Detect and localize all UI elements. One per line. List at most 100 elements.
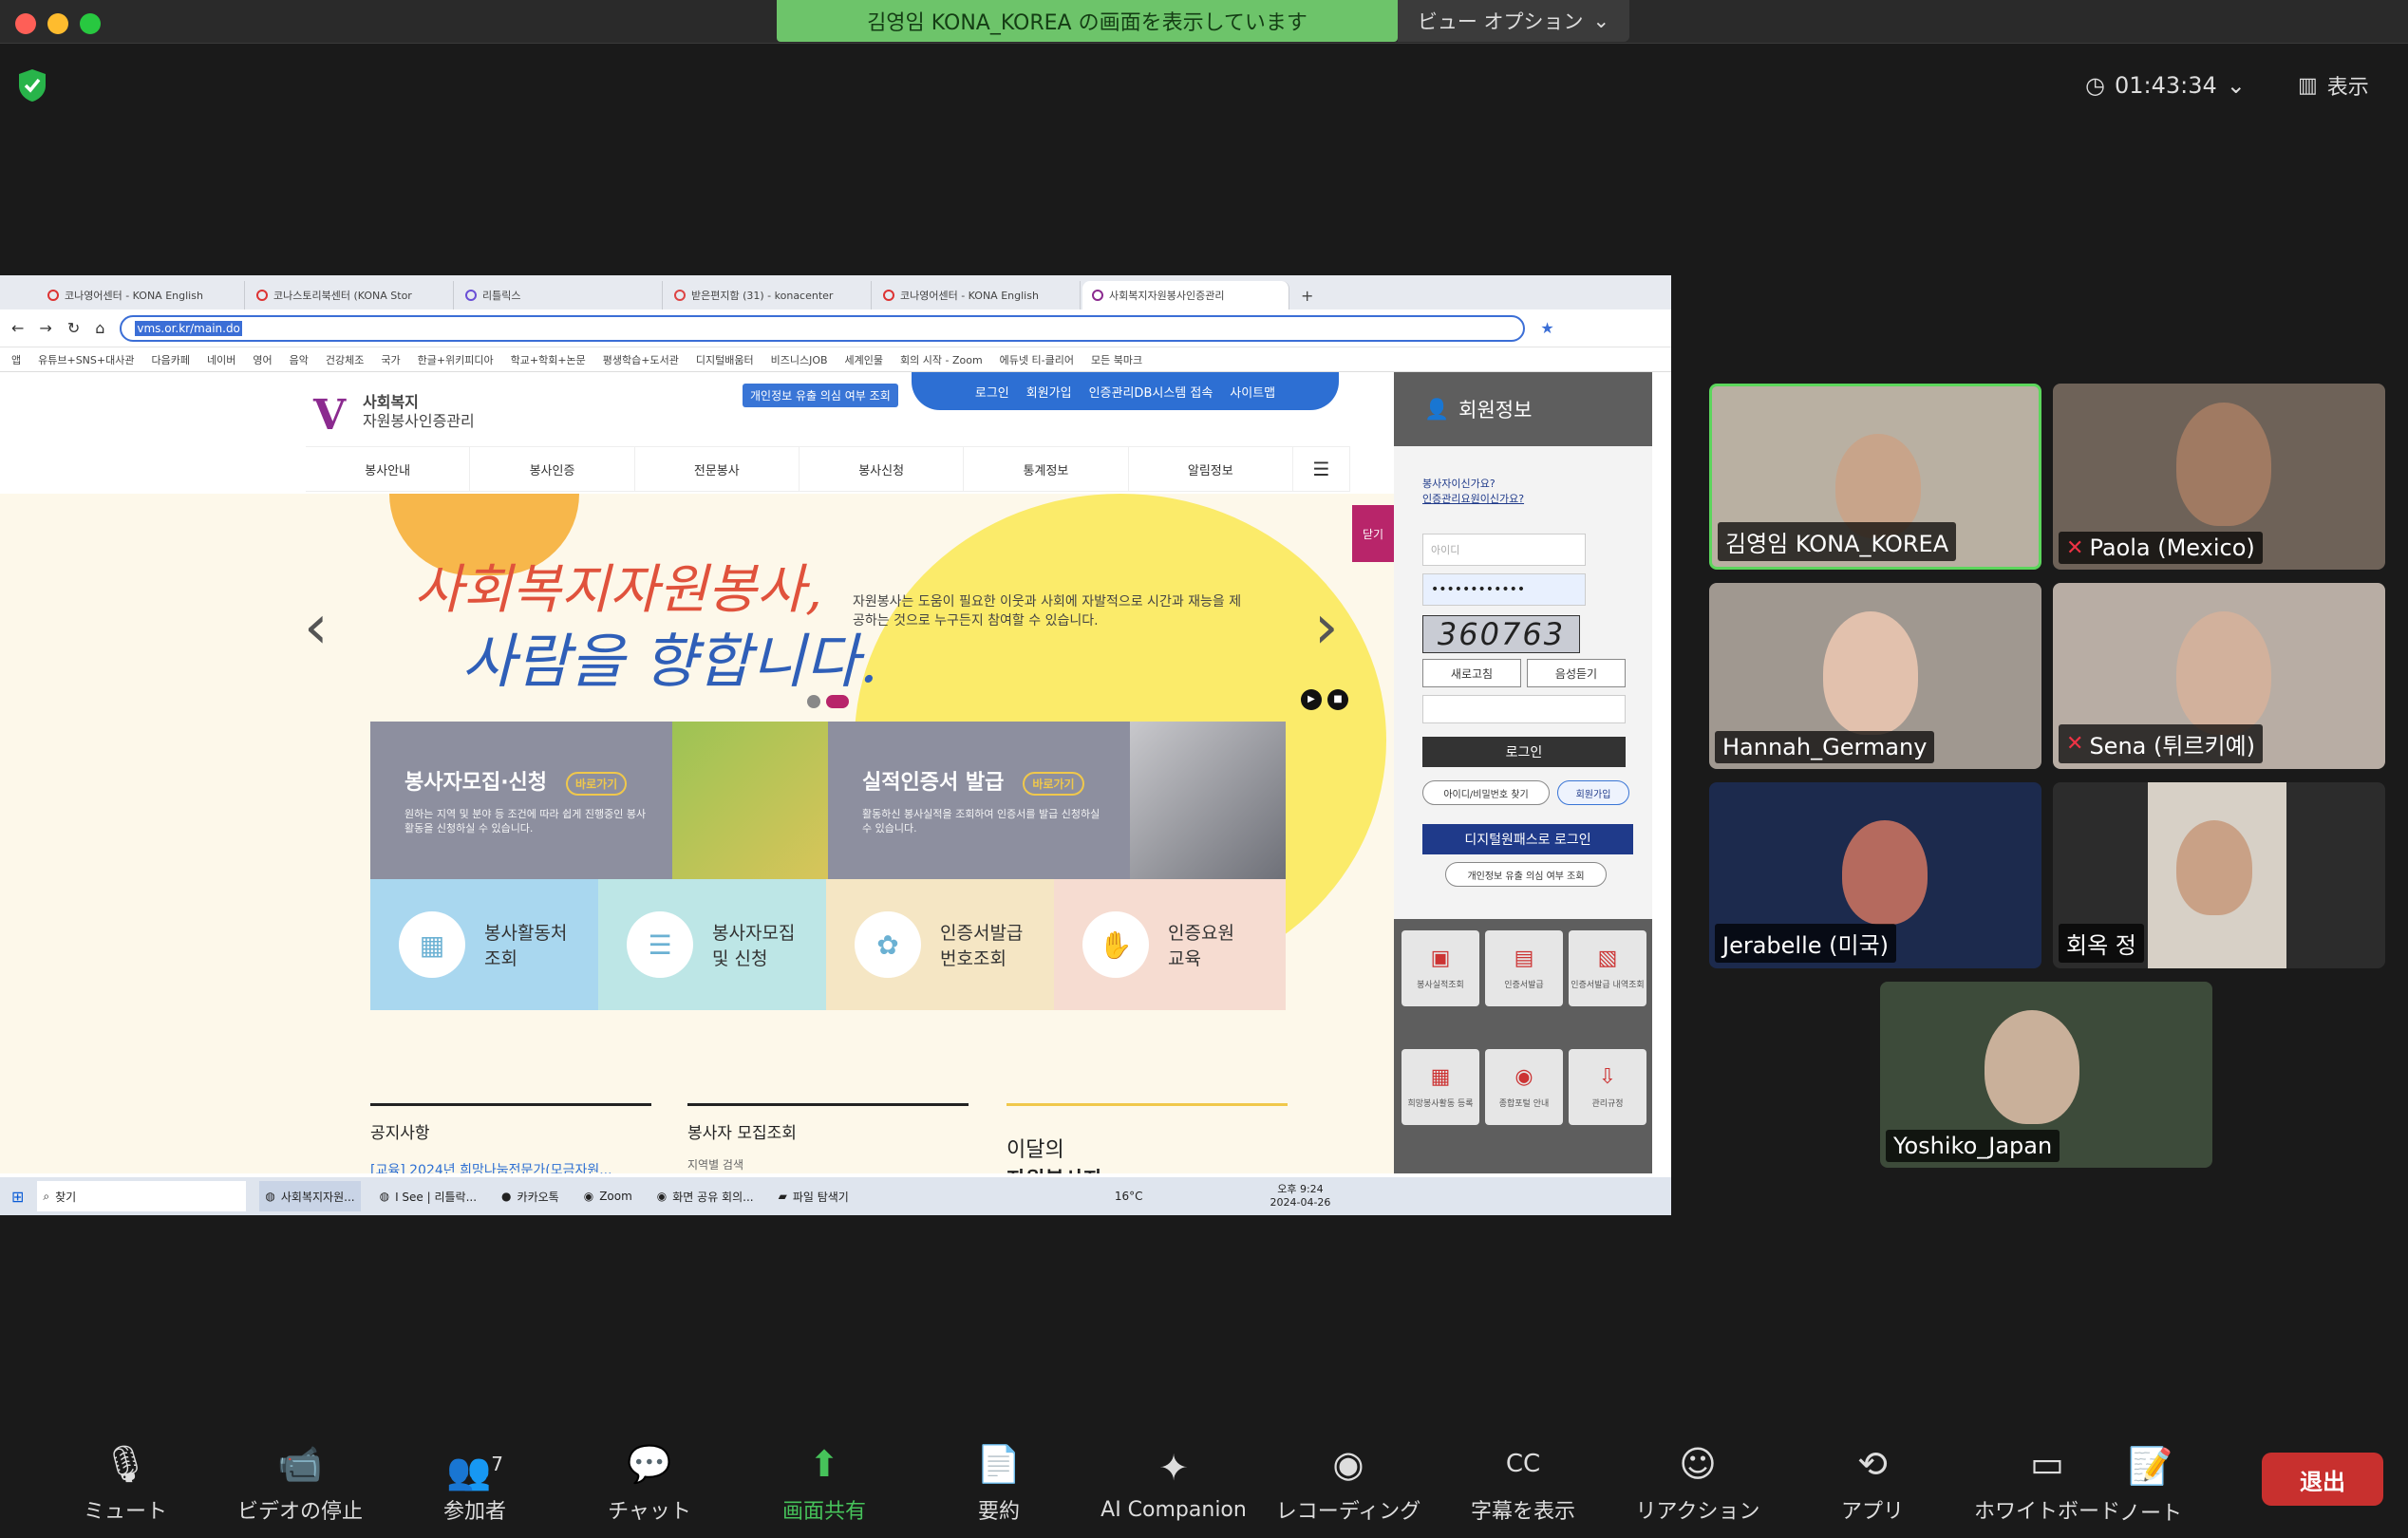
bookmark[interactable]: 디지털배움터 — [696, 352, 754, 367]
quick-menu-item[interactable]: ◉ 종합포털 안내 — [1485, 1049, 1563, 1125]
go-button[interactable]: 바로가기 — [566, 771, 628, 796]
bookmark[interactable]: 회의 시작 - Zoom — [900, 352, 983, 367]
minimize-window-button[interactable] — [47, 13, 68, 34]
id-input[interactable]: 아이디 — [1422, 534, 1586, 566]
captcha-input[interactable] — [1422, 695, 1626, 723]
bookmark[interactable]: 학교+학회+논문 — [511, 352, 586, 367]
mute-button[interactable]: 🎙 ミュート — [38, 1445, 213, 1525]
slide-dot[interactable] — [807, 695, 820, 708]
login-link[interactable]: 로그인 — [975, 383, 1009, 401]
quick-link[interactable]: ✿ 인증서발급 번호조회 — [826, 879, 1054, 1010]
quick-menu-item[interactable]: ▤ 인증서발급 — [1485, 930, 1563, 1006]
quick-link[interactable]: ✋ 인증요원 교육 — [1054, 879, 1286, 1010]
refresh-captcha-button[interactable]: 새로고침 — [1422, 659, 1521, 687]
quick-link[interactable]: ☰ 봉사자모집 및 신청 — [598, 879, 826, 1010]
bookmark[interactable]: 음악 — [290, 352, 309, 367]
audio-captcha-button[interactable]: 음성듣기 — [1527, 659, 1626, 687]
browser-tab[interactable]: 받은편지함 (31) - konacenter — [665, 281, 872, 309]
recruit-card[interactable]: 봉사자모집·신청 바로가기 원하는 지역 및 분야 등 조건에 따라 쉽게 진행중… — [370, 722, 672, 879]
login-button[interactable]: 로그인 — [1422, 737, 1626, 767]
taskbar-search[interactable]: ⌕ 찾기 — [37, 1181, 247, 1211]
bookmark[interactable]: 모든 북마크 — [1091, 352, 1142, 367]
password-input[interactable]: •••••••••••• — [1422, 573, 1586, 606]
apps-button[interactable]: ⟲ アプリ — [1785, 1445, 1960, 1525]
menu-item[interactable]: 전문봉사 — [635, 447, 800, 491]
back-icon[interactable]: ← — [11, 319, 24, 337]
new-tab-button[interactable]: + — [1291, 281, 1320, 309]
home-icon[interactable]: ⌂ — [95, 319, 104, 337]
weather-text[interactable]: 16°C — [1115, 1190, 1143, 1203]
go-button[interactable]: 바로가기 — [1023, 771, 1084, 796]
menu-item[interactable]: 봉사인증 — [470, 447, 635, 491]
windows-start-icon[interactable]: ⊞ — [11, 1188, 24, 1206]
taskbar-app[interactable]: ◍ 사회복지자원... — [259, 1181, 361, 1211]
bookmark[interactable]: 비즈니스JOB — [771, 352, 828, 367]
bookmark[interactable]: 한글+위키피디아 — [418, 352, 494, 367]
digital-onepass-button[interactable]: 디지털원패스로 로그인 — [1422, 824, 1633, 854]
bookmark[interactable]: 네이버 — [207, 352, 235, 367]
quick-link[interactable]: ▦ 봉사활동처 조회 — [370, 879, 598, 1010]
reload-icon[interactable]: ↻ — [67, 319, 80, 337]
close-banner-button[interactable]: 닫기 — [1352, 505, 1394, 562]
prev-slide-icon[interactable]: ‹ — [304, 592, 329, 663]
quick-menu-item[interactable]: ▣ 봉사실적조회 — [1402, 930, 1479, 1006]
slide-dot-active[interactable] — [826, 695, 849, 708]
share-screen-button[interactable]: ⬆ 画面共有 — [737, 1445, 912, 1525]
quick-menu-item[interactable]: ▦ 희망봉사활동 등록 — [1402, 1049, 1479, 1125]
maximize-window-button[interactable] — [80, 13, 101, 34]
question-link[interactable]: 인증관리요원이신가요? — [1422, 492, 1524, 507]
participant-tile[interactable]: Yoshiko_Japan — [1880, 982, 2212, 1168]
browser-tab[interactable]: 코나스토리북센터 (KONA Stor — [247, 281, 454, 309]
privacy-check-button[interactable]: 개인정보 유출 의심 여부 조회 — [1445, 862, 1607, 887]
captions-button[interactable]: CC 字幕を表示 — [1436, 1445, 1610, 1525]
db-link[interactable]: 인증관리DB시스템 접속 — [1089, 383, 1213, 401]
forward-icon[interactable]: → — [39, 319, 51, 337]
star-icon[interactable]: ★ — [1540, 319, 1553, 337]
browser-tab[interactable]: 코나영어센터 - KONA English — [874, 281, 1081, 309]
notes-button[interactable]: 📝 ノート — [2070, 1447, 2231, 1527]
menu-item[interactable]: 봉사안내 — [306, 447, 471, 491]
encryption-shield-icon[interactable] — [17, 68, 47, 103]
participant-tile[interactable]: 김영임 KONA_KOREA — [1709, 384, 2041, 570]
stop-icon[interactable]: ■ — [1327, 689, 1348, 710]
certificate-card[interactable]: 실적인증서 발급 바로가기 활동하신 봉사실적을 조회하여 인증서를 발급 신청하… — [828, 722, 1130, 879]
menu-item[interactable]: 통계정보 — [964, 447, 1129, 491]
site-logo-text[interactable]: 사회복지 자원봉사인증관리 — [363, 393, 475, 431]
taskbar-app[interactable]: ◉ 화면 공유 회의... — [651, 1181, 760, 1211]
bookmark[interactable]: 다음카페 — [151, 352, 189, 367]
taskbar-clock[interactable]: 오후 9:24 2024-04-26 — [1270, 1183, 1331, 1210]
bookmark[interactable]: 유튜브+SNS+대사관 — [38, 352, 134, 367]
sitemap-link[interactable]: 사이트맵 — [1230, 383, 1275, 401]
meeting-timer[interactable]: ◷ 01:43:34 ⌄ — [2085, 66, 2246, 104]
reactions-button[interactable]: ☺ リアクション — [1610, 1445, 1785, 1525]
browser-tab-active[interactable]: 사회복지자원봉사인증관리 — [1082, 281, 1289, 309]
participant-tile[interactable]: Jerabelle (미국) — [1709, 782, 2041, 968]
taskbar-app[interactable]: ◍ I See | 리틀락... — [374, 1181, 482, 1211]
bookmark[interactable]: 평생학습+도서관 — [603, 352, 679, 367]
taskbar-app[interactable]: ◉ Zoom — [578, 1181, 638, 1211]
region-search-link[interactable]: 지역별 검색 — [687, 1156, 969, 1172]
video-button[interactable]: 📹 ビデオの停止 — [213, 1445, 387, 1525]
view-options-button[interactable]: ビュー オプション ⌄ — [1398, 0, 1629, 42]
hamburger-icon[interactable]: ☰ — [1293, 447, 1350, 491]
site-logo-icon[interactable]: V — [313, 391, 346, 440]
bookmark[interactable]: 세계인물 — [845, 352, 883, 367]
participant-tile[interactable]: ✕ Sena (튀르키예) — [2053, 583, 2385, 769]
taskbar-app[interactable]: ▰ 파일 탐색기 — [773, 1181, 855, 1211]
quick-menu-item[interactable]: ▧ 인증서발급 내역조회 — [1569, 930, 1646, 1006]
bookmark[interactable]: 에듀넷 티-클리어 — [1000, 352, 1074, 367]
bookmark[interactable]: 국가 — [381, 352, 400, 367]
taskbar-app[interactable]: ● 카카오톡 — [496, 1181, 565, 1211]
menu-item[interactable]: 알림정보 — [1129, 447, 1293, 491]
find-account-button[interactable]: 아이디/비밀번호 찾기 — [1422, 780, 1550, 805]
participant-tile[interactable]: Hannah_Germany — [1709, 583, 2041, 769]
menu-item[interactable]: 봉사신청 — [800, 447, 965, 491]
privacy-check-button[interactable]: 개인정보 유출 의심 여부 조회 — [743, 384, 898, 407]
join-button[interactable]: 회원가입 — [1557, 780, 1629, 805]
quick-menu-item[interactable]: ⇩ 관리규정 — [1569, 1049, 1646, 1125]
browser-tab[interactable]: 코나영어센터 - KONA English — [38, 281, 245, 309]
participant-tile[interactable]: ✕ Paola (Mexico) — [2053, 384, 2385, 570]
participant-tile[interactable]: 회옥 정 — [2053, 782, 2385, 968]
browser-tab[interactable]: 리틀릭스 — [456, 281, 663, 309]
chat-button[interactable]: 💬 チャット — [562, 1445, 737, 1525]
